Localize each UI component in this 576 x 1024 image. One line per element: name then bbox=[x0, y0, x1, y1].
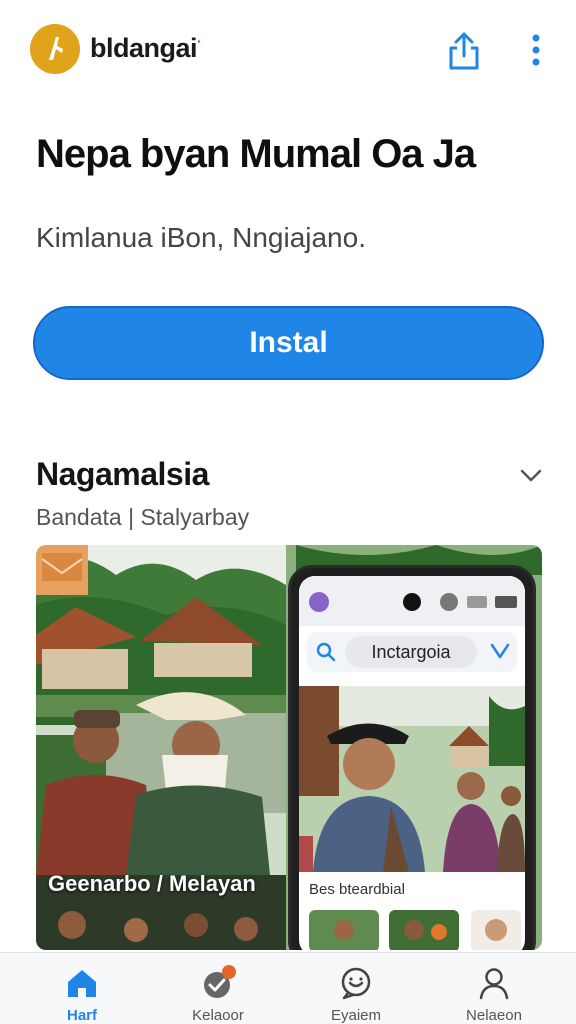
phone-status-bar bbox=[299, 576, 525, 626]
install-button[interactable]: Instal bbox=[33, 306, 544, 380]
app-title: Nepa byan Mumal Oa Ja bbox=[36, 132, 476, 176]
brand-name: bldangai· bbox=[90, 33, 202, 64]
phone-search-input[interactable]: Inctargoia bbox=[345, 636, 477, 668]
nav-item-profile[interactable]: Nelaeon bbox=[422, 953, 566, 1024]
nav-label-home: Harf bbox=[66, 1007, 97, 1024]
home-icon bbox=[68, 970, 96, 997]
brand-mark: · bbox=[197, 33, 202, 49]
profile-icon bbox=[479, 968, 509, 1000]
phone-screen: Inctargoia Bes bteardbial bbox=[299, 576, 525, 950]
search-icon bbox=[316, 642, 336, 662]
share-icon[interactable] bbox=[446, 28, 482, 72]
nav-item-home[interactable]: Harf bbox=[10, 953, 154, 1024]
bottom-navigation: Harf Kelaoor Eyaiem Nelaeon bbox=[0, 952, 576, 1024]
phone-featured-photo bbox=[299, 686, 525, 872]
phone-thumbnails bbox=[309, 910, 521, 950]
section-title: Nagamalsia bbox=[36, 456, 209, 492]
phone-search-bar[interactable]: Inctargoia bbox=[307, 632, 517, 672]
phone-mockup: Inctargoia Bes bteardbial bbox=[288, 565, 536, 950]
section-subtitle: Bandata | Stalyarbay bbox=[36, 504, 250, 530]
gallery-caption: Geenarbo / Melayan bbox=[48, 871, 256, 896]
nav-label-chat: Eyaiem bbox=[330, 1007, 382, 1024]
corner-badge bbox=[36, 545, 88, 595]
nav-item-updates[interactable]: Kelaoor bbox=[146, 953, 290, 1024]
nav-item-chat[interactable]: Eyaiem bbox=[284, 953, 428, 1024]
nav-label-updates: Kelaoor bbox=[192, 1007, 244, 1024]
nav-label-profile: Nelaeon bbox=[466, 1007, 522, 1024]
phone-section-label: Bes bteardbial bbox=[309, 881, 405, 898]
chevron-down-icon[interactable] bbox=[516, 462, 546, 488]
screenshot-gallery[interactable]: Geenarbo / Melayan Inctargoia Bes bteard… bbox=[36, 545, 542, 950]
updates-icon bbox=[204, 965, 236, 998]
filter-icon[interactable] bbox=[489, 641, 511, 663]
brand-text: bldangai bbox=[90, 33, 198, 63]
app-header: bldangai· bbox=[0, 0, 576, 100]
app-logo-icon bbox=[30, 24, 80, 74]
chat-icon bbox=[341, 967, 371, 1000]
app-subtitle: Kimlanua iBon, Nngiajano. bbox=[36, 222, 366, 253]
more-vertical-icon[interactable] bbox=[524, 32, 548, 72]
